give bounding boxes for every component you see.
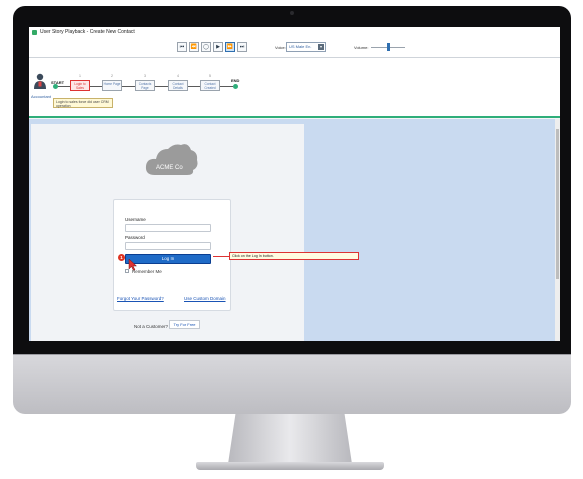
custom-domain-link[interactable]: Use Custom Domain	[184, 296, 226, 301]
flow-connector	[188, 86, 200, 87]
voice-select[interactable]: US Male En. ▾	[286, 42, 326, 52]
callout-connector	[213, 256, 229, 257]
try-free-button[interactable]: Try For Free	[169, 320, 200, 329]
step-badge: 1	[118, 254, 125, 261]
user-icon	[34, 73, 46, 89]
step-number: 4	[177, 74, 179, 78]
fast-forward-button[interactable]: ⏩	[225, 42, 235, 52]
flow-step-contact-details[interactable]: Contact Details	[168, 80, 188, 91]
step-number: 1	[79, 74, 81, 78]
app-screen: User Story Playback - Create New Contact…	[29, 27, 560, 341]
rewind-icon: ⏪	[190, 44, 198, 50]
step-number: 3	[144, 74, 146, 78]
step-tooltip: Login to sales force did user CRM operat…	[53, 98, 113, 108]
monitor-chin	[13, 354, 571, 414]
not-customer-text: Not a Customer?	[134, 324, 169, 329]
actor-label: Accountant	[31, 94, 52, 99]
imac-mockup: User Story Playback - Create New Contact…	[0, 0, 583, 479]
fast-forward-icon: ⏩	[226, 44, 234, 50]
story-flow-panel: Accountant START 1 Login to Sales 2 Home…	[29, 58, 560, 118]
playback-toolbar: ⏮ ⏪ ◯ ▶ ⏩ ⏭ Voice: US Male En. ▾ Volume:	[29, 37, 560, 58]
window-titlebar: User Story Playback - Create New Contact	[29, 27, 560, 37]
volume-label: Volume:	[354, 45, 369, 50]
forgot-password-link[interactable]: Forgot Your Password?	[117, 296, 164, 301]
monitor-foot	[196, 462, 384, 470]
skip-start-icon: ⏮	[179, 44, 185, 50]
flow-connector	[90, 86, 102, 87]
instruction-callout: Click on the Log In button.	[229, 252, 359, 260]
cloud-logo-icon	[145, 144, 198, 175]
flow-step-login[interactable]: Login to Sales	[70, 80, 90, 91]
end-label: END	[231, 78, 240, 83]
vertical-scrollbar[interactable]	[555, 119, 560, 341]
step-number: 2	[111, 74, 113, 78]
play-icon: ▶	[216, 44, 220, 50]
remember-me-label: Remember Me	[132, 269, 162, 274]
voice-value: US Male En.	[289, 44, 312, 49]
brand-name: ACME Co	[156, 165, 183, 171]
password-label: Password	[125, 235, 145, 240]
flow-step-contact-created[interactable]: Contact Created	[200, 80, 220, 91]
voice-label: Voice:	[275, 45, 286, 50]
login-page: ACME Co Username Password 1 Log In Remem…	[31, 124, 304, 341]
app-icon	[32, 29, 37, 35]
play-button[interactable]: ▶	[213, 42, 223, 52]
rewind-button[interactable]: ⏪	[189, 42, 199, 52]
flow-connector	[122, 86, 135, 87]
chevron-down-icon: ▾	[318, 44, 324, 50]
login-card: Username Password 1 Log In Remember Me F…	[113, 199, 231, 311]
flow-connector	[155, 86, 168, 87]
username-label: Username	[125, 217, 146, 222]
playback-viewport: ACME Co Username Password 1 Log In Remem…	[29, 119, 560, 341]
stop-icon: ◯	[203, 44, 209, 50]
skip-end-button[interactable]: ⏭	[237, 42, 247, 52]
skip-end-icon: ⏭	[239, 44, 245, 50]
username-input[interactable]	[125, 224, 211, 232]
step-number: 5	[209, 74, 211, 78]
playback-controls: ⏮ ⏪ ◯ ▶ ⏩ ⏭	[177, 42, 247, 52]
flow-connector	[58, 86, 70, 87]
scrollbar-thumb[interactable]	[556, 129, 559, 279]
camera	[290, 11, 294, 15]
stop-button[interactable]: ◯	[201, 42, 211, 52]
flow-step-contacts[interactable]: Contacts Page	[135, 80, 155, 91]
monitor-stand	[228, 414, 352, 464]
flow-step-home[interactable]: Home Page	[102, 80, 122, 91]
volume-slider-thumb[interactable]	[387, 43, 390, 51]
remember-me-checkbox[interactable]	[125, 269, 129, 273]
flow-connector	[220, 86, 233, 87]
chin-divider	[13, 354, 571, 355]
window-title: User Story Playback - Create New Contact	[40, 29, 135, 35]
end-node	[233, 84, 238, 89]
password-input[interactable]	[125, 242, 211, 250]
skip-start-button[interactable]: ⏮	[177, 42, 187, 52]
